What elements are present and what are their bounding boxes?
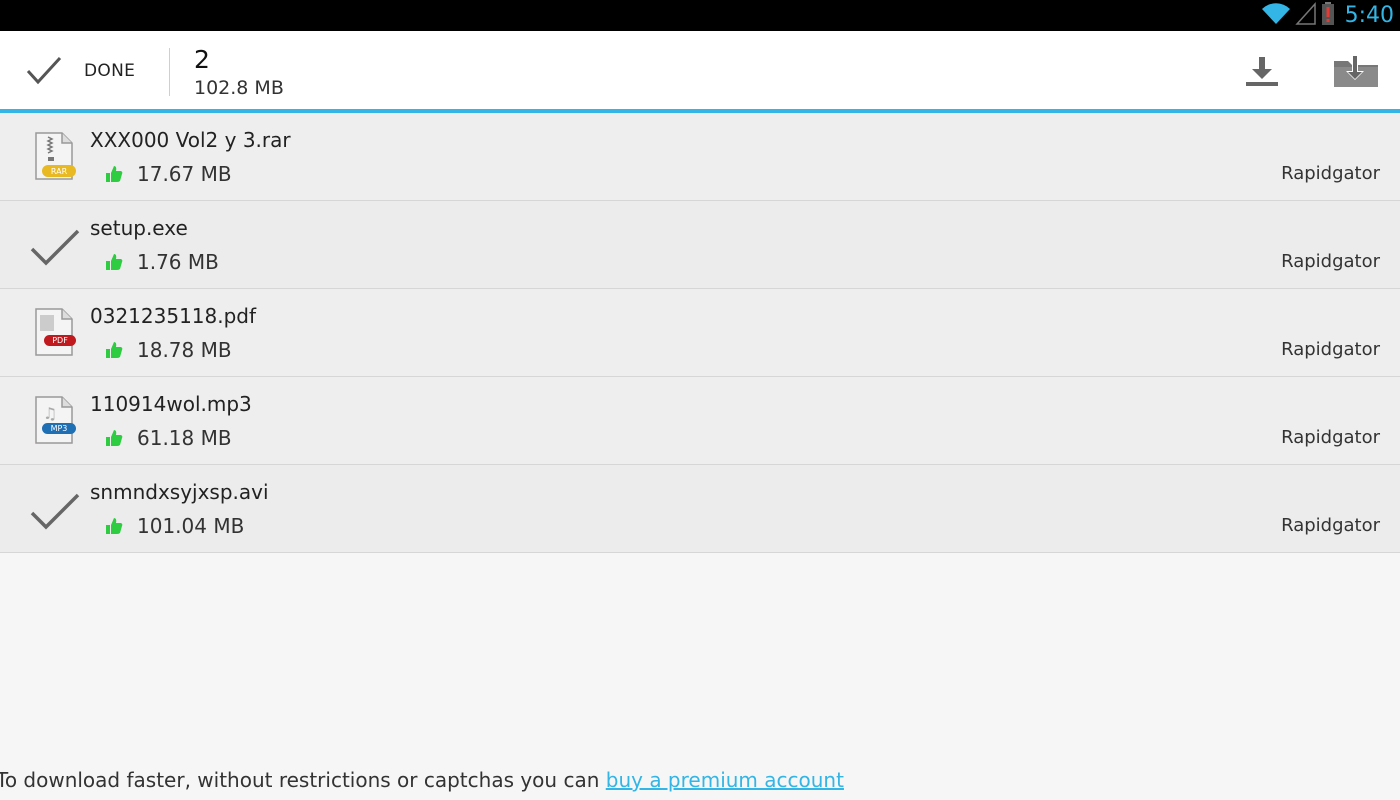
download-icon — [1242, 57, 1282, 93]
status-icons: 5:40 — [1261, 0, 1394, 31]
svg-text:♫: ♫ — [43, 404, 57, 423]
signal-icon — [1294, 1, 1317, 30]
thumbs-up-icon — [105, 253, 123, 275]
file-name: 110914wol.mp3 — [90, 392, 252, 416]
file-size: 18.78 MB — [137, 338, 232, 362]
action-bar: DONE 2 102.8 MB — [0, 31, 1400, 113]
file-size: 1.76 MB — [137, 250, 219, 274]
done-button[interactable]: DONE — [0, 31, 170, 109]
list-item[interactable]: snmndxsyjxsp.avi 101.04 MB Rapidgator — [0, 465, 1400, 553]
selected-size: 102.8 MB — [194, 77, 284, 99]
check-icon — [30, 483, 80, 537]
file-name: snmndxsyjxsp.avi — [90, 480, 269, 504]
list-item[interactable]: PDF 0321235118.pdf 18.78 MB Rapidgator — [0, 289, 1400, 377]
selected-count: 2 — [194, 45, 210, 74]
list-item[interactable]: setup.exe 1.76 MB Rapidgator — [0, 201, 1400, 289]
thumbs-up-icon — [105, 341, 123, 363]
file-list: RAR XXX000 Vol2 y 3.rar 17.67 MB Rapidga… — [0, 113, 1400, 553]
wifi-icon — [1261, 2, 1291, 30]
thumbs-up-icon — [105, 165, 123, 187]
buy-premium-link[interactable]: buy a premium account — [606, 768, 844, 792]
svg-text:PDF: PDF — [52, 336, 68, 345]
download-button[interactable] — [1242, 53, 1282, 93]
file-host: Rapidgator — [1281, 427, 1380, 448]
check-icon — [30, 219, 80, 273]
status-time: 5:40 — [1344, 3, 1394, 28]
divider — [169, 48, 170, 96]
premium-notice-text: To download faster, without restrictions… — [0, 768, 606, 792]
file-host: Rapidgator — [1281, 339, 1380, 360]
list-item[interactable]: RAR XXX000 Vol2 y 3.rar 17.67 MB Rapidga… — [0, 113, 1400, 201]
premium-notice: To download faster, without restrictions… — [0, 768, 844, 792]
rar-file-icon: RAR — [30, 131, 80, 185]
file-size: 101.04 MB — [137, 514, 245, 538]
file-name: setup.exe — [90, 216, 188, 240]
file-host: Rapidgator — [1281, 515, 1380, 536]
svg-text:MP3: MP3 — [51, 424, 68, 433]
done-label: DONE — [84, 61, 136, 81]
mp3-file-icon: ♫ MP3 — [30, 395, 80, 449]
file-host: Rapidgator — [1281, 251, 1380, 272]
pdf-file-icon: PDF — [30, 307, 80, 361]
file-name: XXX000 Vol2 y 3.rar — [90, 128, 291, 152]
list-item[interactable]: ♫ MP3 110914wol.mp3 61.18 MB Rapidgator — [0, 377, 1400, 465]
thumbs-up-icon — [105, 429, 123, 451]
file-name: 0321235118.pdf — [90, 304, 257, 328]
save-to-folder-button[interactable] — [1332, 53, 1380, 95]
status-bar: 5:40 — [0, 0, 1400, 31]
battery-alert-icon — [1321, 1, 1335, 30]
file-host: Rapidgator — [1281, 163, 1380, 184]
save-to-folder-icon — [1332, 55, 1380, 95]
check-icon — [26, 55, 62, 89]
file-size: 17.67 MB — [137, 162, 232, 186]
thumbs-up-icon — [105, 517, 123, 539]
svg-text:RAR: RAR — [51, 167, 68, 176]
file-size: 61.18 MB — [137, 426, 232, 450]
